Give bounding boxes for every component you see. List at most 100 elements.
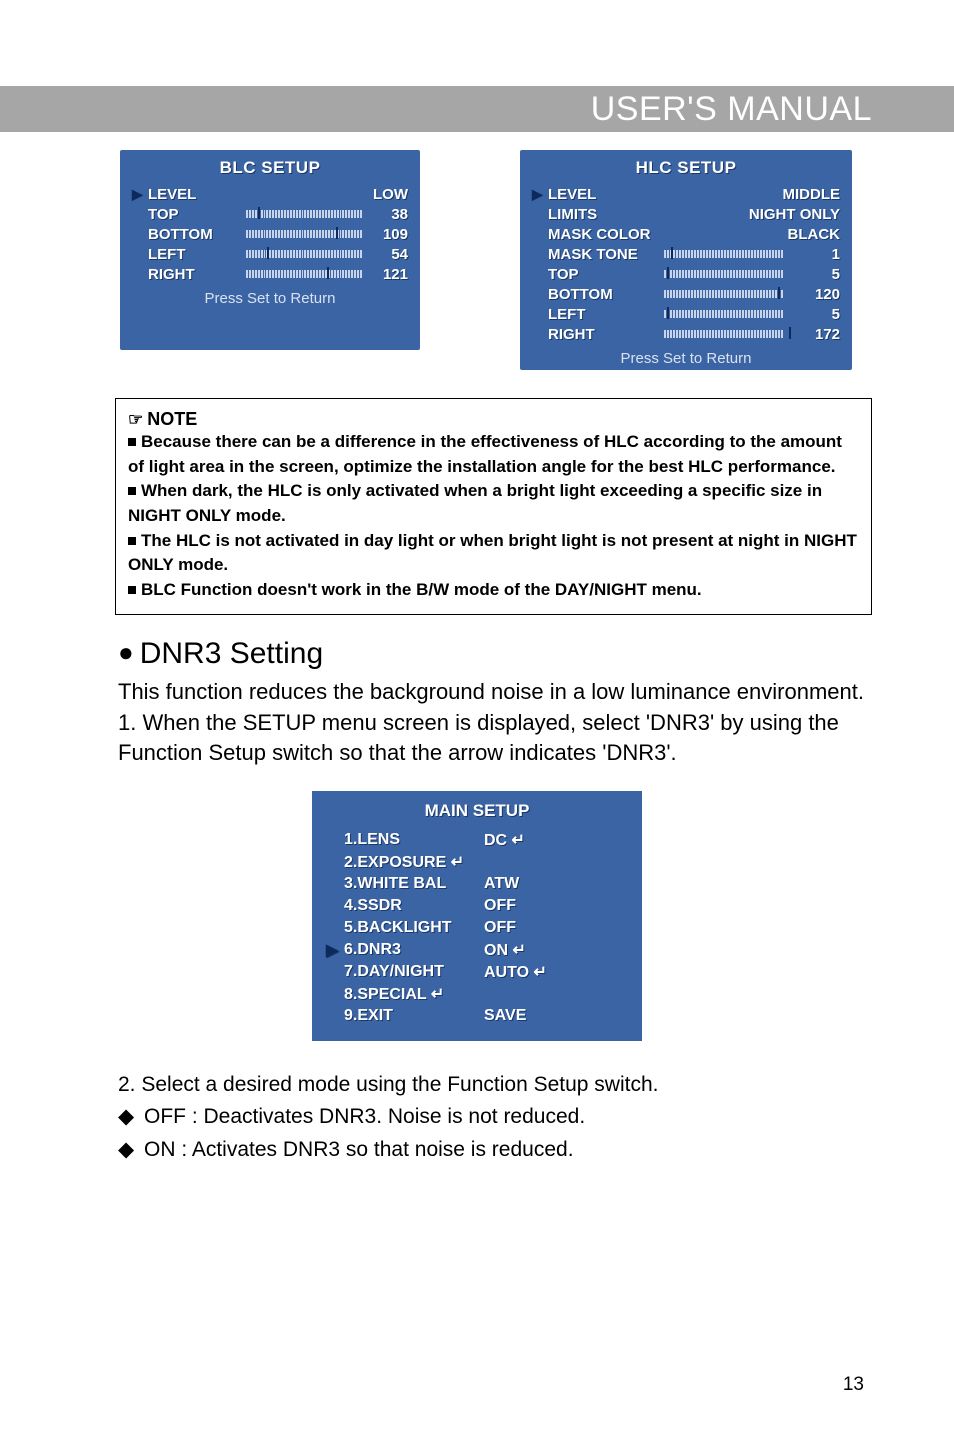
hlc-value: 5 (800, 266, 840, 283)
dnr3-body2: 2. Select a desired mode using the Funct… (0, 1041, 954, 1167)
blc-row-left: LEFT 54 (132, 244, 408, 264)
cursor-icon: ▶ (132, 186, 148, 203)
slider-thumb[interactable] (778, 287, 780, 299)
blc-value: 109 (368, 226, 408, 243)
hlc-row-top: TOP 5 (532, 264, 840, 284)
blc-label: RIGHT (148, 266, 240, 283)
menu-row-lens[interactable]: 1.LENSDC ↵ (326, 829, 628, 851)
note-line: The HLC is not activated in day light or… (128, 529, 859, 578)
note-body: Because there can be a difference in the… (128, 430, 859, 602)
slider-thumb[interactable] (667, 307, 669, 319)
slider-thumb[interactable] (671, 247, 673, 259)
hlc-row-bottom: BOTTOM 120 (532, 284, 840, 304)
blc-setup-panel: BLC SETUP ▶ LEVEL LOW TOP 38 BOTTOM 109 … (120, 150, 420, 350)
note-head-text: NOTE (147, 409, 197, 429)
hlc-title: HLC SETUP (532, 158, 840, 178)
hlc-label: LIMITS (548, 206, 658, 223)
menu-row-whitebal[interactable]: 3.WHITE BALATW (326, 873, 628, 895)
menu-row-ssdr[interactable]: 4.SSDROFF (326, 895, 628, 917)
main-setup-wrap: MAIN SETUP 1.LENSDC ↵ 2.EXPOSURE ↵ 3.WHI… (0, 791, 954, 1041)
diamond-bullet-icon: ◆ (118, 1105, 134, 1128)
note-box: ☞NOTE Because there can be a difference … (115, 398, 872, 615)
dnr3-off: ◆ OFF : Deactivates DNR3. Noise is not r… (118, 1101, 872, 1134)
hlc-label: TOP (548, 266, 658, 283)
hlc-row-left: LEFT 5 (532, 304, 840, 324)
hlc-label: MASK TONE (548, 246, 658, 263)
note-line: When dark, the HLC is only activated whe… (128, 479, 859, 528)
blc-footer: Press Set to Return (132, 290, 408, 307)
blc-value: 121 (368, 266, 408, 283)
slider-track[interactable] (246, 269, 362, 279)
note-line: BLC Function doesn't work in the B/W mod… (128, 578, 859, 603)
blc-row-right: RIGHT 121 (132, 264, 408, 284)
pointing-hand-icon: ☞ (128, 410, 143, 429)
note-line: Because there can be a difference in the… (128, 430, 859, 479)
note-heading: ☞NOTE (128, 409, 859, 430)
slider-track[interactable] (246, 229, 362, 239)
menu-row-exposure[interactable]: 2.EXPOSURE ↵ (326, 851, 628, 873)
disc-bullet-icon: ● (118, 637, 134, 667)
slider-thumb[interactable] (258, 207, 260, 219)
slider-track[interactable] (664, 289, 794, 299)
blc-value: 38 (368, 206, 408, 223)
dnr3-heading: ●DNR3 Setting (0, 615, 954, 677)
slider-thumb[interactable] (327, 267, 329, 279)
slider-thumb[interactable] (336, 227, 338, 239)
blc-label: BOTTOM (148, 226, 240, 243)
menu-row-backlight[interactable]: 5.BACKLIGHTOFF (326, 917, 628, 939)
blc-value: 54 (368, 246, 408, 263)
slider-thumb[interactable] (667, 267, 669, 279)
blc-row-level: ▶ LEVEL LOW (132, 184, 408, 204)
osd-panels-row: BLC SETUP ▶ LEVEL LOW TOP 38 BOTTOM 109 … (0, 132, 954, 370)
dnr3-step2: 2. Select a desired mode using the Funct… (118, 1069, 872, 1102)
hlc-setup-panel: HLC SETUP ▶ LEVEL MIDDLE LIMITS NIGHT ON… (520, 150, 852, 370)
menu-row-exit[interactable]: 9.EXITSAVE (326, 1005, 628, 1027)
blc-title: BLC SETUP (132, 158, 408, 178)
main-setup-panel: MAIN SETUP 1.LENSDC ↵ 2.EXPOSURE ↵ 3.WHI… (312, 791, 642, 1041)
square-bullet-icon (128, 438, 136, 446)
manual-title: USER'S MANUAL (591, 90, 872, 129)
hlc-row-limits: LIMITS NIGHT ONLY (532, 204, 840, 224)
blc-row-top: TOP 38 (132, 204, 408, 224)
hlc-label: LEVEL (548, 186, 658, 203)
hlc-value: BLACK (788, 226, 841, 243)
hlc-row-maskcolor: MASK COLOR BLACK (532, 224, 840, 244)
slider-track[interactable] (664, 249, 794, 259)
slider-thumb[interactable] (789, 327, 791, 339)
hlc-row-masktone: MASK TONE 1 (532, 244, 840, 264)
slider-track[interactable] (664, 329, 794, 339)
blc-row-bottom: BOTTOM 109 (132, 224, 408, 244)
blc-label: LEFT (148, 246, 240, 263)
main-setup-title: MAIN SETUP (326, 801, 628, 821)
header-band: USER'S MANUAL (0, 86, 954, 132)
hlc-label: RIGHT (548, 326, 658, 343)
menu-row-daynight[interactable]: 7.DAY/NIGHTAUTO ↵ (326, 961, 628, 983)
dnr3-on: ◆ ON : Activates DNR3 so that noise is r… (118, 1134, 872, 1167)
square-bullet-icon (128, 537, 136, 545)
page-number: 13 (843, 1374, 864, 1396)
cursor-icon: ▶ (532, 186, 548, 203)
menu-row-special[interactable]: 8.SPECIAL ↵ (326, 983, 628, 1005)
hlc-value: 1 (800, 246, 840, 263)
slider-thumb[interactable] (267, 247, 269, 259)
hlc-footer: Press Set to Return (532, 350, 840, 367)
hlc-value: NIGHT ONLY (749, 206, 840, 223)
diamond-bullet-icon: ◆ (118, 1138, 134, 1161)
cursor-icon: ▶ (326, 940, 344, 960)
hlc-value: 120 (800, 286, 840, 303)
blc-value: LOW (373, 186, 408, 203)
hlc-row-right: RIGHT 172 (532, 324, 840, 344)
slider-track[interactable] (246, 209, 362, 219)
hlc-label: MASK COLOR (548, 226, 658, 243)
hlc-value: 5 (800, 306, 840, 323)
menu-row-dnr3[interactable]: ▶6.DNR3ON ↵ (326, 939, 628, 961)
hlc-value: 172 (800, 326, 840, 343)
hlc-label: BOTTOM (548, 286, 658, 303)
hlc-label: LEFT (548, 306, 658, 323)
slider-track[interactable] (664, 269, 794, 279)
slider-track[interactable] (664, 309, 794, 319)
square-bullet-icon (128, 487, 136, 495)
square-bullet-icon (128, 586, 136, 594)
slider-track[interactable] (246, 249, 362, 259)
dnr3-step1: 1. When the SETUP menu screen is display… (0, 708, 954, 769)
